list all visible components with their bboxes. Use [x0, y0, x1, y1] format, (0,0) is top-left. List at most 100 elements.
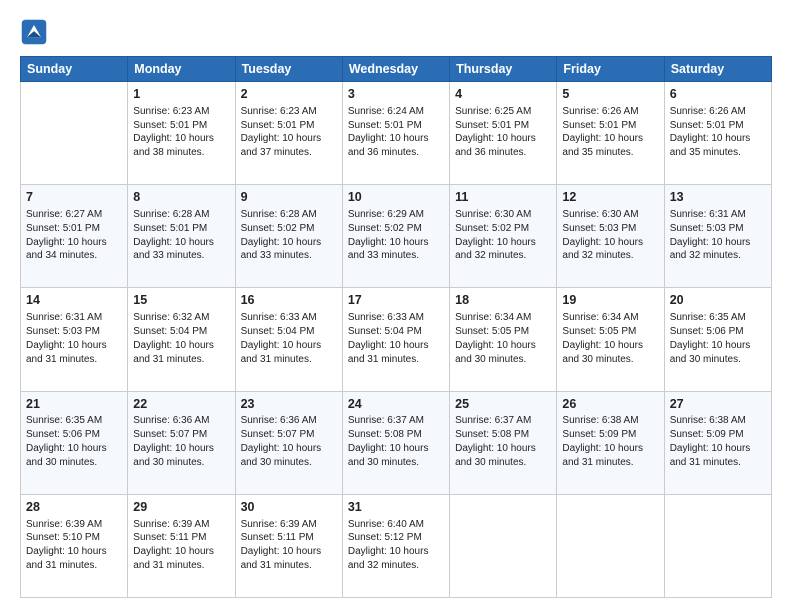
calendar-cell: 14 Sunrise: 6:31 AMSunset: 5:03 PMDayligh… — [21, 288, 128, 391]
day-details: Sunrise: 6:37 AMSunset: 5:08 PMDaylight:… — [348, 414, 444, 469]
week-row-2: 7 Sunrise: 6:27 AMSunset: 5:01 PMDaylight… — [21, 185, 772, 288]
calendar-cell: 15 Sunrise: 6:32 AMSunset: 5:04 PMDayligh… — [128, 288, 235, 391]
day-details: Sunrise: 6:25 AMSunset: 5:01 PMDaylight:… — [455, 105, 551, 160]
day-number: 5 — [562, 86, 658, 103]
day-details: Sunrise: 6:30 AMSunset: 5:02 PMDaylight:… — [455, 208, 551, 263]
col-header-sunday: Sunday — [21, 57, 128, 82]
day-number: 22 — [133, 396, 229, 413]
day-details: Sunrise: 6:34 AMSunset: 5:05 PMDaylight:… — [455, 311, 551, 366]
calendar-cell: 28 Sunrise: 6:39 AMSunset: 5:10 PMDayligh… — [21, 494, 128, 597]
calendar-cell: 24Sunrise: 6:37 AMSunset: 5:08 PMDayligh… — [342, 391, 449, 494]
day-number: 14 — [26, 292, 122, 309]
day-number: 18 — [455, 292, 551, 309]
day-details: Sunrise: 6:36 AMSunset: 5:07 PMDaylight:… — [241, 414, 337, 469]
calendar-cell: 6Sunrise: 6:26 AMSunset: 5:01 PMDaylight… — [664, 82, 771, 185]
day-details: Sunrise: 6:31 AMSunset: 5:03 PMDaylight:… — [26, 311, 122, 366]
day-number: 6 — [670, 86, 766, 103]
day-number: 1 — [133, 86, 229, 103]
col-header-monday: Monday — [128, 57, 235, 82]
day-details: Sunrise: 6:38 AMSunset: 5:09 PMDaylight:… — [562, 414, 658, 469]
calendar-cell: 1 Sunrise: 6:23 AMSunset: 5:01 PMDaylight… — [128, 82, 235, 185]
day-number: 7 — [26, 189, 122, 206]
calendar-cell: 22Sunrise: 6:36 AMSunset: 5:07 PMDayligh… — [128, 391, 235, 494]
day-number: 16 — [241, 292, 337, 309]
calendar-cell: 16 Sunrise: 6:33 AMSunset: 5:04 PMDayligh… — [235, 288, 342, 391]
week-row-3: 14 Sunrise: 6:31 AMSunset: 5:03 PMDayligh… — [21, 288, 772, 391]
calendar-cell: 25Sunrise: 6:37 AMSunset: 5:08 PMDayligh… — [450, 391, 557, 494]
day-details: Sunrise: 6:34 AMSunset: 5:05 PMDaylight:… — [562, 311, 658, 366]
day-details: Sunrise: 6:33 AMSunset: 5:04 PMDaylight:… — [241, 311, 337, 366]
week-row-4: 21Sunrise: 6:35 AMSunset: 5:06 PMDayligh… — [21, 391, 772, 494]
day-number: 19 — [562, 292, 658, 309]
calendar-cell: 17Sunrise: 6:33 AMSunset: 5:04 PMDayligh… — [342, 288, 449, 391]
col-header-friday: Friday — [557, 57, 664, 82]
day-details: Sunrise: 6:27 AMSunset: 5:01 PMDaylight:… — [26, 208, 122, 263]
day-number: 23 — [241, 396, 337, 413]
calendar-cell: 21Sunrise: 6:35 AMSunset: 5:06 PMDayligh… — [21, 391, 128, 494]
calendar-cell: 11 Sunrise: 6:30 AMSunset: 5:02 PMDayligh… — [450, 185, 557, 288]
day-number: 17 — [348, 292, 444, 309]
day-number: 28 — [26, 499, 122, 516]
calendar-cell: 20 Sunrise: 6:35 AMSunset: 5:06 PMDayligh… — [664, 288, 771, 391]
day-details: Sunrise: 6:38 AMSunset: 5:09 PMDaylight:… — [670, 414, 766, 469]
col-header-thursday: Thursday — [450, 57, 557, 82]
day-details: Sunrise: 6:24 AMSunset: 5:01 PMDaylight:… — [348, 105, 444, 160]
day-number: 29 — [133, 499, 229, 516]
calendar-cell: 7 Sunrise: 6:27 AMSunset: 5:01 PMDaylight… — [21, 185, 128, 288]
calendar-cell: 4 Sunrise: 6:25 AMSunset: 5:01 PMDaylight… — [450, 82, 557, 185]
calendar-cell: 31 Sunrise: 6:40 AMSunset: 5:12 PMDayligh… — [342, 494, 449, 597]
day-details: Sunrise: 6:39 AMSunset: 5:11 PMDaylight:… — [133, 518, 229, 573]
calendar-cell: 19 Sunrise: 6:34 AMSunset: 5:05 PMDayligh… — [557, 288, 664, 391]
day-number: 24 — [348, 396, 444, 413]
calendar-cell: 26Sunrise: 6:38 AMSunset: 5:09 PMDayligh… — [557, 391, 664, 494]
day-number: 11 — [455, 189, 551, 206]
day-number: 20 — [670, 292, 766, 309]
page: SundayMondayTuesdayWednesdayThursdayFrid… — [0, 0, 792, 612]
calendar-cell: 30Sunrise: 6:39 AMSunset: 5:11 PMDayligh… — [235, 494, 342, 597]
calendar-cell — [557, 494, 664, 597]
logo — [20, 18, 50, 46]
week-row-1: 1 Sunrise: 6:23 AMSunset: 5:01 PMDaylight… — [21, 82, 772, 185]
day-details: Sunrise: 6:36 AMSunset: 5:07 PMDaylight:… — [133, 414, 229, 469]
day-number: 25 — [455, 396, 551, 413]
col-header-tuesday: Tuesday — [235, 57, 342, 82]
day-number: 9 — [241, 189, 337, 206]
calendar-cell — [450, 494, 557, 597]
calendar-cell: 13 Sunrise: 6:31 AMSunset: 5:03 PMDayligh… — [664, 185, 771, 288]
calendar-cell: 5Sunrise: 6:26 AMSunset: 5:01 PMDaylight… — [557, 82, 664, 185]
day-number: 27 — [670, 396, 766, 413]
day-details: Sunrise: 6:35 AMSunset: 5:06 PMDaylight:… — [26, 414, 122, 469]
day-number: 2 — [241, 86, 337, 103]
day-details: Sunrise: 6:32 AMSunset: 5:04 PMDaylight:… — [133, 311, 229, 366]
day-number: 3 — [348, 86, 444, 103]
day-number: 12 — [562, 189, 658, 206]
day-number: 4 — [455, 86, 551, 103]
calendar-cell: 8 Sunrise: 6:28 AMSunset: 5:01 PMDaylight… — [128, 185, 235, 288]
day-number: 15 — [133, 292, 229, 309]
day-number: 21 — [26, 396, 122, 413]
day-number: 13 — [670, 189, 766, 206]
calendar-table: SundayMondayTuesdayWednesdayThursdayFrid… — [20, 56, 772, 598]
calendar-cell: 3 Sunrise: 6:24 AMSunset: 5:01 PMDaylight… — [342, 82, 449, 185]
day-details: Sunrise: 6:40 AMSunset: 5:12 PMDaylight:… — [348, 518, 444, 573]
day-details: Sunrise: 6:39 AMSunset: 5:10 PMDaylight:… — [26, 518, 122, 573]
calendar-cell: 2Sunrise: 6:23 AMSunset: 5:01 PMDaylight… — [235, 82, 342, 185]
calendar-cell: 10Sunrise: 6:29 AMSunset: 5:02 PMDayligh… — [342, 185, 449, 288]
calendar-cell: 18 Sunrise: 6:34 AMSunset: 5:05 PMDayligh… — [450, 288, 557, 391]
calendar-cell — [664, 494, 771, 597]
day-details: Sunrise: 6:31 AMSunset: 5:03 PMDaylight:… — [670, 208, 766, 263]
calendar-cell: 12 Sunrise: 6:30 AMSunset: 5:03 PMDayligh… — [557, 185, 664, 288]
day-details: Sunrise: 6:37 AMSunset: 5:08 PMDaylight:… — [455, 414, 551, 469]
day-number: 8 — [133, 189, 229, 206]
day-details: Sunrise: 6:35 AMSunset: 5:06 PMDaylight:… — [670, 311, 766, 366]
day-details: Sunrise: 6:30 AMSunset: 5:03 PMDaylight:… — [562, 208, 658, 263]
day-details: Sunrise: 6:28 AMSunset: 5:01 PMDaylight:… — [133, 208, 229, 263]
calendar-cell: 23Sunrise: 6:36 AMSunset: 5:07 PMDayligh… — [235, 391, 342, 494]
calendar-cell — [21, 82, 128, 185]
day-number: 31 — [348, 499, 444, 516]
day-details: Sunrise: 6:23 AMSunset: 5:01 PMDaylight:… — [133, 105, 229, 160]
day-number: 10 — [348, 189, 444, 206]
header-row: SundayMondayTuesdayWednesdayThursdayFrid… — [21, 57, 772, 82]
logo-icon — [20, 18, 48, 46]
week-row-5: 28 Sunrise: 6:39 AMSunset: 5:10 PMDayligh… — [21, 494, 772, 597]
